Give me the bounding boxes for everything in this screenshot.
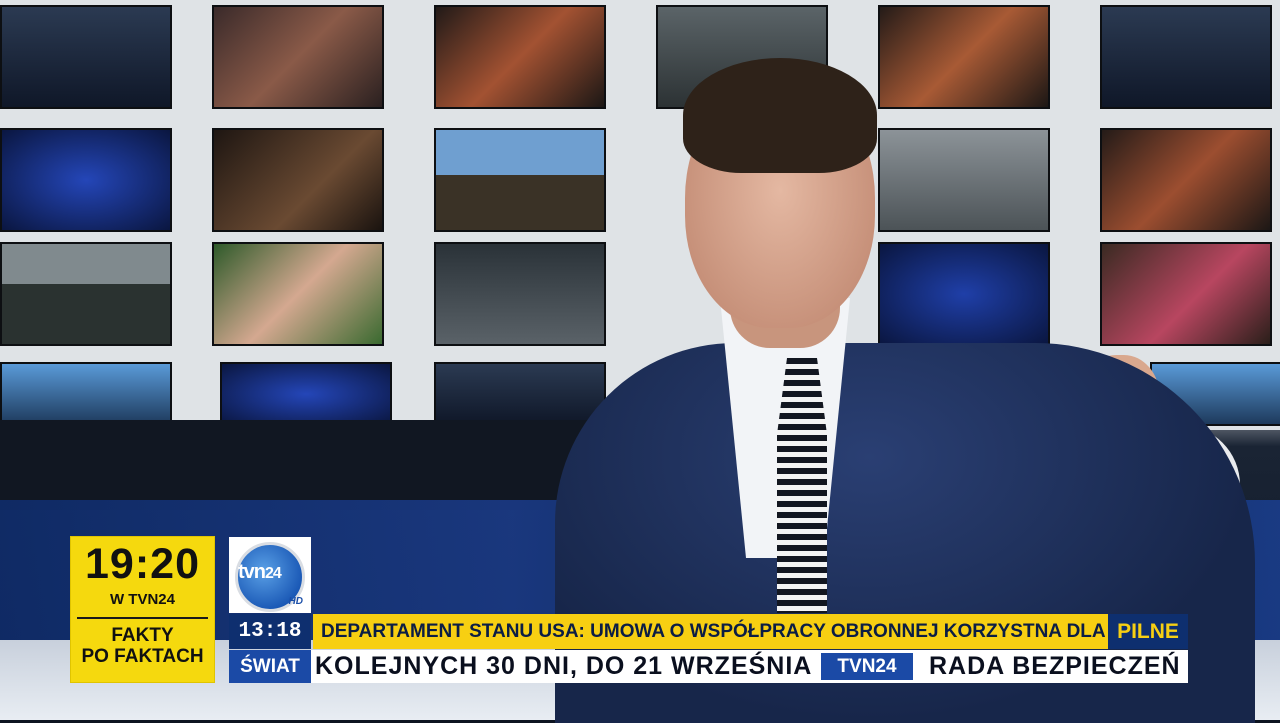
- anchor-hair: [683, 58, 877, 173]
- wall-monitor: [0, 128, 172, 232]
- wall-monitor: [212, 242, 384, 346]
- wall-monitor: [0, 242, 172, 346]
- clock-divider: [77, 617, 208, 619]
- ticker-text: KOLEJNYCH 30 DNI, DO 21 WRZEŚNIA: [315, 652, 813, 680]
- logo-name: tvn: [238, 561, 266, 583]
- anchor-striped-tie: [777, 358, 827, 613]
- breaking-news-flag: PILNE: [1108, 614, 1188, 649]
- wall-monitor: [212, 5, 384, 109]
- ticker-section-label: ŚWIAT: [229, 650, 311, 683]
- programme-clock-box: 19:20 W TVN24 FAKTY PO FAKTACH: [70, 536, 215, 683]
- headline-bar: DEPARTAMENT STANU USA: UMOWA O WSPÓŁPRAC…: [313, 614, 1108, 649]
- wall-monitor: [0, 362, 172, 426]
- wall-monitor: [0, 5, 172, 109]
- programme-channel: W TVN24: [109, 591, 175, 608]
- programme-title-line2: PO FAKTACH: [81, 646, 204, 667]
- programme-time: 19:20: [85, 540, 200, 588]
- ticker-text-next: RADA BEZPIECZEŃ: [929, 652, 1181, 680]
- logo-number: 24: [265, 565, 282, 582]
- logo-hd-mark: HD: [288, 596, 303, 607]
- logo-wordmark: tvn24: [238, 561, 282, 584]
- news-ticker: KOLEJNYCH 30 DNI, DO 21 WRZEŚNIA TVN24 R…: [311, 650, 1188, 683]
- programme-title-line1: FAKTY: [111, 625, 174, 646]
- current-time: 13:18: [229, 614, 311, 649]
- wall-monitor: [212, 128, 384, 232]
- wall-monitor: [220, 362, 392, 426]
- ticker-channel-badge: TVN24: [821, 653, 913, 680]
- newsroom-desk-monitors: [0, 420, 600, 510]
- channel-logo: tvn24 HD: [229, 537, 311, 613]
